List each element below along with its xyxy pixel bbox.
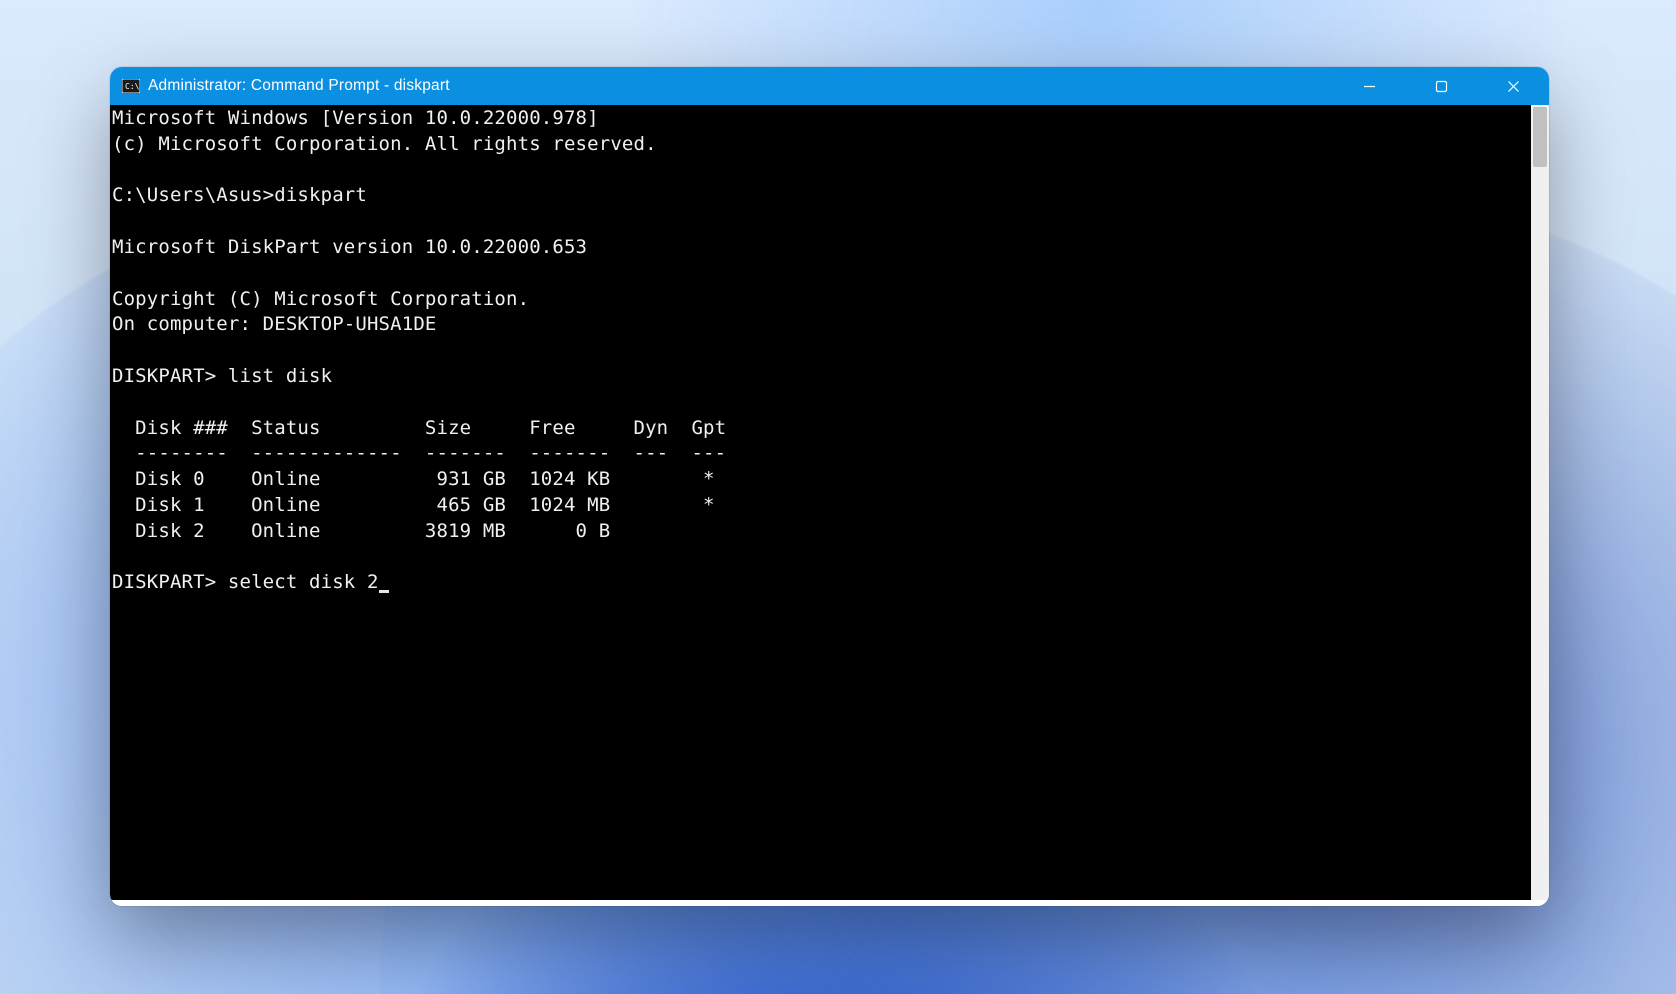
command-prompt-icon: C:\ [122, 78, 140, 94]
disk-table-divider: -------- ------------- ------- ------- -… [112, 442, 726, 464]
window-controls [1333, 67, 1549, 105]
command-prompt-window: C:\ Administrator: Command Prompt - disk… [110, 67, 1549, 906]
vertical-scrollbar[interactable] [1531, 105, 1549, 900]
diskpart-computer: On computer: DESKTOP-UHSA1DE [112, 313, 437, 335]
text-cursor [379, 590, 389, 593]
minimize-button[interactable] [1333, 67, 1405, 105]
diskpart-version: Microsoft DiskPart version 10.0.22000.65… [112, 236, 587, 258]
shell-prompt: C:\Users\Asus> [112, 184, 274, 206]
os-version-line: Microsoft Windows [Version 10.0.22000.97… [112, 107, 599, 129]
console-area: Microsoft Windows [Version 10.0.22000.97… [110, 105, 1549, 906]
disk-table-row: Disk 2 Online 3819 MB 0 B [112, 520, 610, 542]
disk-table-row: Disk 1 Online 465 GB 1024 MB * [112, 494, 715, 516]
terminal-output[interactable]: Microsoft Windows [Version 10.0.22000.97… [110, 105, 1531, 900]
close-button[interactable] [1477, 67, 1549, 105]
disk-table-header: Disk ### Status Size Free Dyn Gpt [112, 417, 726, 439]
window-title: Administrator: Command Prompt - diskpart [148, 77, 450, 95]
svg-text:C:\: C:\ [125, 82, 140, 91]
command-select-disk: select disk 2 [228, 571, 379, 593]
command-list-disk: list disk [228, 365, 332, 387]
maximize-button[interactable] [1405, 67, 1477, 105]
scrollbar-thumb[interactable] [1533, 107, 1547, 167]
disk-table-row: Disk 0 Online 931 GB 1024 KB * [112, 468, 715, 490]
diskpart-prompt: DISKPART> [112, 365, 216, 387]
command-diskpart: diskpart [274, 184, 367, 206]
titlebar[interactable]: C:\ Administrator: Command Prompt - disk… [110, 67, 1549, 105]
window-border-bottom [110, 900, 1549, 906]
diskpart-prompt: DISKPART> [112, 571, 216, 593]
diskpart-copyright: Copyright (C) Microsoft Corporation. [112, 288, 529, 310]
os-copyright-line: (c) Microsoft Corporation. All rights re… [112, 133, 657, 155]
